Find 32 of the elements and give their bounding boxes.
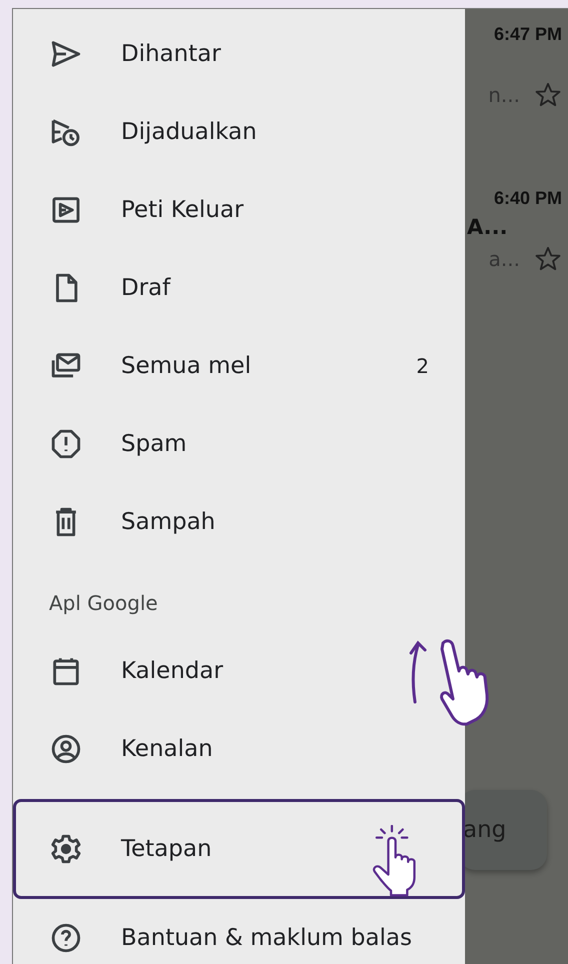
item-label: Dihantar — [121, 41, 221, 67]
help-icon — [49, 921, 83, 955]
item-label: Semua mel — [121, 353, 252, 379]
star-icon[interactable] — [534, 245, 562, 273]
drawer-item[interactable]: Sampah — [13, 483, 465, 561]
item-label: Draf — [121, 275, 170, 301]
drawer-item[interactable]: Semua mel 2 — [13, 327, 465, 405]
mail-subject: A... — [466, 215, 508, 239]
unread-count: 2 — [416, 354, 429, 378]
settings-icon — [49, 832, 83, 866]
section-header: Apl Google — [49, 590, 158, 614]
item-label: Sampah — [121, 509, 216, 535]
drawer-item[interactable]: Spam — [13, 405, 465, 483]
item-label: Dijadualkan — [121, 119, 257, 145]
warning-octagon-icon — [49, 427, 83, 461]
item-label: Peti Keluar — [121, 197, 244, 223]
drawer-item[interactable]: Tetapan — [13, 799, 465, 899]
drawer-item[interactable]: Draf — [13, 249, 465, 327]
mail-time: 6:47 PM — [494, 23, 562, 46]
mail-time: 6:40 PM — [494, 187, 562, 210]
drawer-item[interactable]: Peti Keluar — [13, 171, 465, 249]
drawer-item[interactable]: Dijadualkan — [13, 93, 465, 171]
item-label: Kalendar — [121, 658, 224, 684]
drawer-item[interactable]: Dihantar — [13, 15, 465, 93]
item-label: Spam — [121, 431, 187, 457]
item-label: Bantuan & maklum balas — [121, 925, 412, 951]
star-icon[interactable] — [534, 81, 562, 109]
drawer-item[interactable]: Kenalan — [13, 710, 465, 788]
item-label: Tetapan — [121, 836, 212, 862]
person-circle-icon — [49, 732, 83, 766]
item-label: Kenalan — [121, 736, 213, 762]
drawer-item[interactable]: Bantuan & maklum balas — [13, 899, 465, 964]
